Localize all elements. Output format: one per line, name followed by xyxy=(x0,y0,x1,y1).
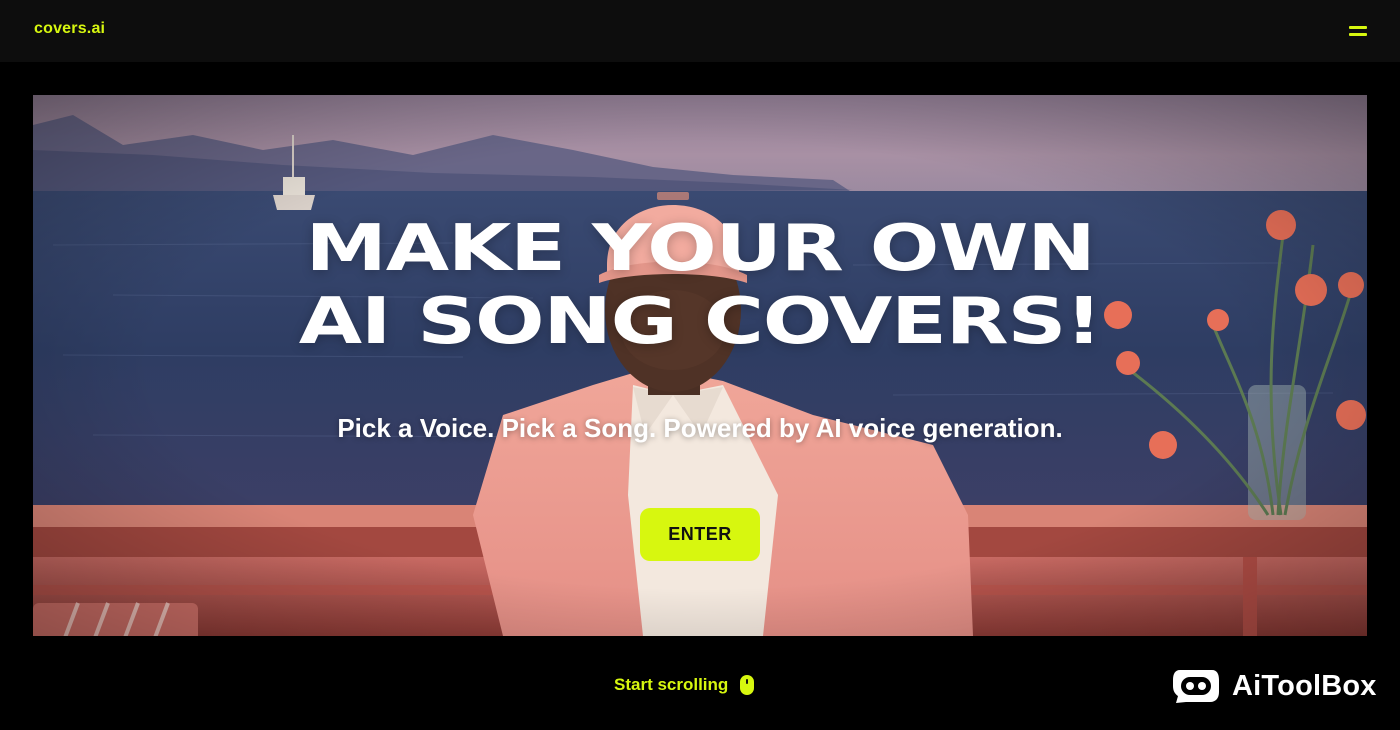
watermark-text: AiToolBox xyxy=(1232,669,1377,702)
headline-line-1: MAKE YOUR OWN xyxy=(305,212,1096,286)
start-scrolling-link[interactable]: Start scrolling xyxy=(614,674,755,696)
chat-bot-icon xyxy=(1173,670,1219,703)
hero-content: MAKE YOUR OWN AI SONG COVERS! Pick a Voi… xyxy=(33,95,1367,636)
aitoolbox-watermark: AiToolBox xyxy=(1172,668,1377,704)
scroll-label: Start scrolling xyxy=(614,675,729,694)
hamburger-menu-icon[interactable] xyxy=(1344,22,1372,42)
headline-line-2: AI SONG COVERS! xyxy=(298,285,1103,359)
hero-headline: MAKE YOUR OWN AI SONG COVERS! xyxy=(33,213,1367,359)
mouse-icon xyxy=(740,675,755,695)
hero-subtitle: Pick a Voice. Pick a Song. Powered by AI… xyxy=(337,413,1063,443)
hero-section: MAKE YOUR OWN AI SONG COVERS! Pick a Voi… xyxy=(33,95,1367,636)
top-navigation-bar: covers.ai xyxy=(0,0,1400,62)
menu-line xyxy=(1349,33,1367,36)
enter-button[interactable]: ENTER xyxy=(640,508,760,561)
logo[interactable]: covers.ai xyxy=(34,20,105,38)
menu-line xyxy=(1349,26,1367,29)
